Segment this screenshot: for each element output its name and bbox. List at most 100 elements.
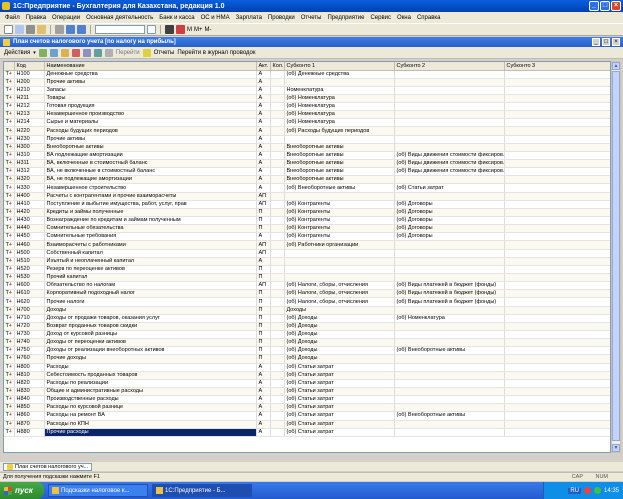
cell-name[interactable]: Сомнительные обязательства bbox=[44, 224, 257, 234]
table-row[interactable]: Т+ Н510 Изъятый и неоплаченный капитал А bbox=[4, 257, 610, 266]
cell-subconto1[interactable]: (об) Контрагенты bbox=[284, 216, 395, 226]
table-row[interactable]: Т+ Н500 Собственный капитал АП bbox=[4, 249, 610, 258]
cell-qty[interactable] bbox=[270, 70, 285, 79]
cell-subconto1[interactable] bbox=[284, 273, 395, 283]
cell-subconto1[interactable]: Внеоборотные активы bbox=[284, 143, 395, 152]
cell-qty[interactable] bbox=[270, 281, 285, 291]
cell-subconto3[interactable] bbox=[504, 86, 610, 95]
cell-name[interactable]: Обязательство по налогам bbox=[44, 281, 257, 291]
cell-subconto1[interactable]: (об) Статьи затрат bbox=[284, 363, 395, 372]
copy-row-icon[interactable] bbox=[49, 48, 58, 57]
cell-subconto1[interactable]: (об) Статьи затрат bbox=[284, 411, 395, 421]
cell-act[interactable]: П bbox=[256, 322, 271, 332]
cell-code[interactable]: Н840 bbox=[14, 395, 45, 405]
cell-qty[interactable] bbox=[270, 420, 285, 429]
journal-button[interactable]: Перейти в журнал проводок bbox=[177, 50, 255, 56]
cell-subconto1[interactable]: (об) Налоги, сборы, отчисления bbox=[284, 289, 395, 299]
cell-name[interactable]: Прочие доходы bbox=[44, 354, 257, 364]
cell-qty[interactable] bbox=[270, 240, 285, 250]
cell-subconto2[interactable]: (об) Статьи затрат bbox=[394, 183, 505, 193]
cell-subconto3[interactable] bbox=[504, 70, 610, 79]
cell-subconto3[interactable] bbox=[504, 257, 610, 266]
cell-name[interactable]: Прочие налоги bbox=[44, 297, 257, 307]
cell-code[interactable]: Н860 bbox=[14, 411, 45, 421]
cell-subconto2[interactable]: (об) Договоры bbox=[394, 224, 505, 234]
cell-act[interactable]: А bbox=[256, 102, 271, 112]
cell-subconto1[interactable]: (об) Доходы bbox=[284, 330, 395, 340]
cell-name[interactable]: Доходы от продажи товаров, оказания услу… bbox=[44, 314, 257, 323]
cell-subconto2[interactable] bbox=[394, 126, 505, 136]
cell-name[interactable]: Поступление и выбытие имущества, работ, … bbox=[44, 200, 257, 209]
table-row[interactable]: Т+ Н213 Незавершенное производство А (об) Но… bbox=[4, 110, 610, 120]
cell-subconto1[interactable]: (об) Номенклатура bbox=[284, 94, 395, 104]
cell-subconto3[interactable] bbox=[504, 297, 610, 307]
minimize-button[interactable]: _ bbox=[589, 1, 599, 11]
language-indicator[interactable]: RU bbox=[568, 487, 581, 494]
delete-icon[interactable] bbox=[71, 48, 80, 57]
cell-act[interactable]: АП bbox=[256, 192, 271, 201]
table-row[interactable]: Т+ Н200 Прочие активы А bbox=[4, 78, 610, 87]
cell-act[interactable]: АП bbox=[256, 200, 271, 209]
cell-subconto3[interactable] bbox=[504, 338, 610, 348]
cell-qty[interactable] bbox=[270, 363, 285, 372]
cell-subconto2[interactable] bbox=[394, 371, 505, 380]
cell-code[interactable]: Н720 bbox=[14, 322, 45, 332]
cell-act[interactable]: П bbox=[256, 330, 271, 340]
cell-name[interactable]: ВА подлежащие амортизации bbox=[44, 151, 257, 161]
cell-subconto2[interactable] bbox=[394, 428, 505, 437]
cell-qty[interactable] bbox=[270, 143, 285, 152]
sort-icon[interactable] bbox=[104, 48, 113, 57]
menu-item-operations[interactable]: Операции bbox=[51, 15, 81, 21]
cell-act[interactable]: П bbox=[256, 208, 271, 218]
cell-subconto3[interactable] bbox=[504, 216, 610, 226]
cell-name[interactable]: Денежные средства bbox=[44, 70, 257, 79]
m-button[interactable]: M bbox=[187, 27, 192, 33]
cell-subconto3[interactable] bbox=[504, 175, 610, 185]
cell-subconto3[interactable] bbox=[504, 224, 610, 234]
cell-subconto2[interactable] bbox=[394, 94, 505, 104]
search-icon[interactable] bbox=[147, 25, 156, 34]
cell-code[interactable]: Н210 bbox=[14, 86, 45, 95]
cell-subconto2[interactable] bbox=[394, 249, 505, 258]
print-icon[interactable] bbox=[55, 25, 64, 34]
cell-qty[interactable] bbox=[270, 118, 285, 128]
table-row[interactable]: Т+ Н330 Незавершенное строительство А (об) В… bbox=[4, 183, 610, 193]
cell-subconto3[interactable] bbox=[504, 110, 610, 120]
cell-qty[interactable] bbox=[270, 428, 285, 437]
cell-subconto1[interactable]: (об) Статьи затрат bbox=[284, 428, 395, 437]
cell-code[interactable]: Н710 bbox=[14, 314, 45, 323]
maximize-button[interactable]: □ bbox=[600, 1, 610, 11]
cell-subconto3[interactable] bbox=[504, 135, 610, 144]
col-subconto1-header[interactable]: Субконто 1 bbox=[284, 62, 395, 71]
cell-act[interactable]: АП bbox=[256, 249, 271, 258]
cell-subconto2[interactable] bbox=[394, 86, 505, 95]
cell-qty[interactable] bbox=[270, 208, 285, 218]
doc-minimize-button[interactable]: _ bbox=[592, 38, 600, 46]
col-code-header[interactable]: Код bbox=[14, 62, 45, 71]
cell-code[interactable]: Н440 bbox=[14, 224, 45, 234]
cell-qty[interactable] bbox=[270, 126, 285, 136]
cell-act[interactable]: П bbox=[256, 297, 271, 307]
filter-icon[interactable] bbox=[93, 48, 102, 57]
table-row[interactable]: Т+ Н220 Расходы будущих периодов А (об) Расх… bbox=[4, 126, 610, 136]
cut-icon[interactable] bbox=[26, 25, 35, 34]
copy-icon[interactable] bbox=[15, 25, 24, 34]
cell-name[interactable]: Расходы по реализации bbox=[44, 379, 257, 388]
col-qty-header[interactable]: Кол. bbox=[270, 62, 285, 71]
cell-name[interactable]: Корпоративный подоходный налог bbox=[44, 289, 257, 299]
cell-act[interactable]: А bbox=[256, 70, 271, 79]
menu-item-service[interactable]: Сервис bbox=[369, 15, 392, 21]
table-row[interactable]: Т+ Н810 Себестоимость проданных товаров А (о… bbox=[4, 371, 610, 380]
table-row[interactable]: Т+ Н800 Расходы А (об) Статьи затрат bbox=[4, 363, 610, 372]
cell-subconto2[interactable] bbox=[394, 143, 505, 152]
cell-subconto3[interactable] bbox=[504, 208, 610, 218]
cell-code[interactable]: Н230 bbox=[14, 135, 45, 144]
cell-act[interactable]: П bbox=[256, 306, 271, 315]
cell-act[interactable]: А bbox=[256, 411, 271, 421]
cell-subconto1[interactable]: (об) Статьи затрат bbox=[284, 387, 395, 397]
cell-code[interactable]: Н600 bbox=[14, 281, 45, 291]
cell-subconto2[interactable] bbox=[394, 192, 505, 201]
cell-name[interactable]: Прочие активы bbox=[44, 135, 257, 144]
cell-code[interactable]: Н700 bbox=[14, 306, 45, 315]
menu-item-edit[interactable]: Правка bbox=[25, 15, 47, 21]
